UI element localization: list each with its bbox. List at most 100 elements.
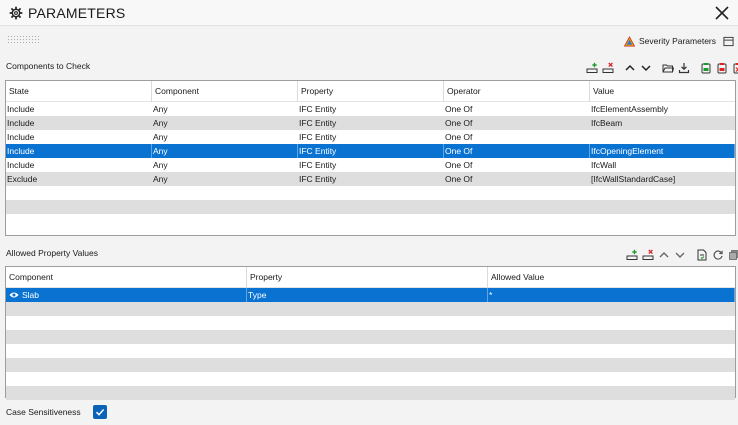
cell-value — [590, 130, 735, 144]
cell-component: Any — [153, 160, 168, 170]
remove-row-icon — [602, 62, 614, 73]
import-button[interactable] — [699, 61, 713, 75]
move-down-button[interactable] — [639, 61, 653, 75]
eye-icon[interactable] — [9, 291, 19, 299]
download-button[interactable] — [677, 61, 691, 75]
cell-property: Type — [247, 288, 488, 302]
cell-state: Include — [7, 160, 35, 170]
cell-component: Any — [153, 174, 168, 184]
case-sensitiveness-option: Case Sensitiveness — [6, 405, 107, 419]
gear-icon — [9, 6, 23, 20]
cell-component: Any — [153, 132, 168, 142]
empty-row — [6, 330, 735, 344]
chevron-up-icon — [625, 64, 635, 71]
table-row[interactable]: Exclude Any IFC Entity One Of [IfcWallSt… — [6, 172, 735, 186]
cell-value: IfcOpeningElement — [590, 144, 735, 158]
clipboard-icon — [701, 63, 711, 74]
severity-parameters-button[interactable]: Severity Parameters — [624, 34, 734, 48]
cell-value: [IfcWallStandardCase] — [591, 174, 676, 184]
cell-allowed-value: * — [488, 288, 735, 302]
column-header-property[interactable]: Property — [247, 267, 488, 288]
empty-row — [6, 316, 735, 330]
column-header-property[interactable]: Property — [298, 81, 444, 102]
table-row[interactable]: Include Any IFC Entity One Of IfcElement… — [6, 102, 735, 116]
column-header-operator[interactable]: Operator — [444, 81, 590, 102]
case-sensitiveness-label: Case Sensitiveness — [6, 407, 81, 417]
value-move-down-button[interactable] — [673, 248, 687, 262]
cell-state: Include — [7, 104, 35, 114]
add-row-icon — [626, 249, 638, 260]
cell-state: Include — [7, 118, 35, 128]
remove-row-button[interactable] — [601, 61, 615, 75]
cell-state: Exclude — [7, 174, 38, 184]
cell-component: Any — [153, 104, 168, 114]
table-row[interactable]: Include Any IFC Entity One Of — [6, 130, 735, 144]
close-icon[interactable] — [712, 3, 732, 23]
cell-property: IFC Entity — [299, 160, 337, 170]
move-up-button[interactable] — [623, 61, 637, 75]
copy-button[interactable] — [727, 248, 738, 262]
column-header-allowed-value[interactable]: Allowed Value — [488, 267, 735, 288]
cell-operator: One Of — [444, 144, 590, 158]
column-header-value[interactable]: Value — [590, 81, 735, 102]
remove-value-button[interactable] — [641, 248, 655, 262]
severity-parameters-label: Severity Parameters — [639, 36, 716, 46]
cell-value: IfcBeam — [591, 118, 623, 128]
allowed-table-header: Component Property Allowed Value — [6, 267, 735, 288]
column-header-component[interactable]: Component — [6, 267, 247, 288]
column-header-state[interactable]: State — [6, 81, 152, 102]
cell-value: IfcElementAssembly — [591, 104, 668, 114]
window-title: PARAMETERS — [28, 5, 126, 21]
document-export-icon — [697, 249, 707, 261]
chevron-down-icon — [675, 252, 685, 258]
empty-row — [6, 214, 735, 228]
cell-operator: One Of — [445, 118, 473, 128]
remove-row-icon — [642, 249, 654, 260]
cell-value: IfcWall — [591, 160, 617, 170]
table-row-selected[interactable]: Slab Type * — [6, 288, 735, 302]
refresh-button[interactable] — [711, 248, 725, 262]
empty-row — [6, 186, 735, 200]
cell-property: IFC Entity — [299, 118, 337, 128]
add-value-button[interactable] — [625, 248, 639, 262]
case-sensitiveness-checkbox[interactable] — [92, 405, 107, 419]
empty-row — [6, 358, 735, 372]
cell-operator: One Of — [445, 104, 473, 114]
title-bar: PARAMETERS — [0, 0, 738, 26]
cell-operator: One Of — [445, 174, 473, 184]
copy-icon — [729, 250, 738, 260]
components-table-header: State Component Property Operator Value — [6, 81, 735, 102]
allowed-values-table: Component Property Allowed Value Slab Ty… — [5, 266, 736, 400]
drag-handle[interactable] — [7, 35, 39, 45]
components-section-label: Components to Check — [6, 61, 91, 71]
table-row[interactable]: Include Any IFC Entity One Of IfcBeam — [6, 116, 735, 130]
clipboard-export-icon — [717, 63, 727, 74]
refresh-icon — [713, 250, 723, 260]
value-export-button[interactable] — [695, 248, 709, 262]
folder-open-icon — [662, 64, 674, 73]
cell-component: Slab — [6, 288, 247, 302]
value-move-up-button[interactable] — [657, 248, 671, 262]
empty-row — [6, 200, 735, 214]
download-icon — [678, 63, 690, 74]
add-row-button[interactable] — [585, 61, 599, 75]
checkmark-icon — [95, 409, 104, 416]
cell-property: IFC Entity — [299, 174, 337, 184]
components-toolbar — [585, 61, 738, 75]
column-header-component[interactable]: Component — [152, 81, 298, 102]
empty-row — [6, 386, 735, 400]
open-button[interactable] — [661, 61, 675, 75]
table-row[interactable]: Include Any IFC Entity One Of IfcWall — [6, 158, 735, 172]
components-table: State Component Property Operator Value … — [5, 80, 736, 236]
panel-toggle-icon[interactable] — [723, 36, 734, 47]
table-row-selected[interactable]: Include Any IFC Entity One Of IfcOpening… — [6, 144, 735, 158]
chevron-up-icon — [659, 252, 669, 258]
cell-component: Any — [153, 118, 168, 128]
empty-row — [6, 372, 735, 386]
allowed-toolbar — [625, 248, 738, 262]
empty-row — [6, 344, 735, 358]
export-button[interactable] — [715, 61, 729, 75]
warning-icon — [624, 35, 635, 46]
cell-component: Any — [152, 144, 298, 158]
clear-button[interactable] — [731, 61, 738, 75]
